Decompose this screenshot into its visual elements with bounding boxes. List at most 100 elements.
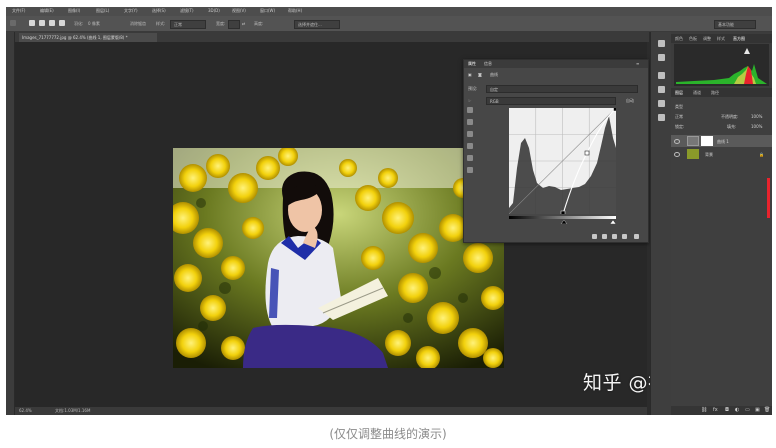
layers-footer: ⛓ fx ◘ ◐ ▭ ▣ 🗑	[671, 406, 772, 415]
trash-icon[interactable]: 🗑	[764, 407, 770, 413]
lock-fill-row: 锁定: 填充: 100%	[671, 120, 772, 132]
tab-layers[interactable]: 图层	[675, 90, 683, 96]
style-select[interactable]: 正常	[170, 20, 206, 29]
add-selection-icon[interactable]	[39, 20, 45, 26]
layer-row-curves[interactable]: 曲线 1	[671, 135, 772, 147]
tab-info[interactable]: 信息	[484, 61, 492, 67]
status-bar: 62.4% 文档:1.03M/1.16M	[15, 407, 647, 415]
feather-value[interactable]: 0 像素	[88, 21, 100, 27]
fx-icon[interactable]: fx	[713, 407, 718, 413]
menu-layer[interactable]: 图层(L)	[96, 8, 109, 14]
menu-view[interactable]: 视图(V)	[232, 8, 246, 14]
curve-point-black[interactable]	[560, 210, 566, 214]
white-slider-icon[interactable]	[609, 219, 616, 224]
delete-icon[interactable]	[634, 234, 639, 239]
tab-swatches[interactable]: 色板	[689, 36, 697, 42]
sample-black-icon[interactable]	[467, 107, 473, 113]
new-adjustment-icon[interactable]: ◐	[735, 407, 739, 413]
tab-histogram[interactable]: 直方图	[733, 36, 745, 42]
status-doc-size: 文档:1.03M/1.16M	[55, 408, 91, 413]
top-panel-tabs: 颜色 色板 调整 样式 直方图	[671, 34, 772, 43]
curves-adjust-icon: ▣	[468, 72, 472, 77]
sample-gray-icon[interactable]	[467, 119, 473, 125]
add-mask-icon[interactable]: ◘	[725, 407, 729, 413]
smooth-icon[interactable]	[467, 167, 473, 173]
photoshop-window: 文件(F) 编辑(E) 图像(I) 图层(L) 文字(Y) 选择(S) 滤镜(T…	[6, 7, 772, 415]
view-previous-icon[interactable]	[602, 234, 607, 239]
intersect-selection-icon[interactable]	[59, 20, 65, 26]
eye-icon[interactable]	[674, 152, 680, 157]
marquee-tool-icon[interactable]	[10, 20, 16, 26]
reset-icon[interactable]	[612, 234, 617, 239]
sample-white-icon[interactable]	[467, 131, 473, 137]
menu-edit[interactable]: 编辑(E)	[40, 8, 54, 14]
fill-value[interactable]: 100%	[751, 124, 762, 129]
layers-panel-tabs: 图层 通道 路径	[671, 88, 772, 97]
menu-help[interactable]: 帮助(H)	[288, 8, 302, 14]
paragraph-icon[interactable]	[658, 100, 665, 107]
visibility-icon[interactable]	[622, 234, 627, 239]
edit-points-icon[interactable]	[467, 143, 473, 149]
menu-select[interactable]: 选择(S)	[152, 8, 166, 14]
preset-select[interactable]: 自定	[486, 85, 638, 93]
layer-row-background[interactable]: 背景 🔒	[671, 148, 772, 160]
new-layer-icon[interactable]: ▣	[755, 407, 760, 413]
menu-filter[interactable]: 滤镜(T)	[180, 8, 194, 14]
menu-image[interactable]: 图像(I)	[68, 8, 80, 14]
menu-file[interactable]: 文件(F)	[12, 8, 25, 14]
info-icon[interactable]	[658, 86, 665, 93]
tab-paths[interactable]: 路径	[711, 90, 719, 96]
curves-graph[interactable]	[509, 108, 616, 214]
caption: (仅仅调整曲线的演示)	[329, 427, 447, 441]
curve-point-mid[interactable]	[584, 150, 590, 156]
new-selection-icon[interactable]	[29, 20, 35, 26]
layer-name: 背景	[705, 152, 713, 157]
actions-icon[interactable]	[658, 54, 665, 61]
link-layers-icon[interactable]: ⛓	[701, 407, 707, 413]
right-panels: 颜色 色板 调整 样式 直方图 图层 通道 路径 类型 正常 不透明度: 100…	[671, 32, 772, 415]
panel-menu-icon[interactable]: ≡	[636, 61, 639, 66]
layers-panel: 图层 通道 路径 类型 正常 不透明度: 100% 锁定: 填充: 100% 曲…	[671, 88, 772, 415]
draw-curve-icon[interactable]	[467, 155, 473, 161]
properties-panel-header: 属性 信息 ≡	[464, 60, 648, 68]
clip-icon[interactable]	[592, 234, 597, 239]
workspace-select[interactable]: 基本功能	[714, 20, 756, 29]
preset-value: 自定	[490, 87, 498, 92]
width-input[interactable]	[228, 20, 240, 29]
properties-footer	[464, 232, 648, 242]
auto-button[interactable]: 自动	[626, 98, 634, 104]
photo-girl-in-flower-field	[173, 148, 504, 368]
on-image-adjust-icon[interactable]: ☞	[468, 98, 472, 103]
tab-channels[interactable]: 通道	[693, 90, 701, 96]
tab-styles[interactable]: 样式	[717, 36, 725, 42]
new-group-icon[interactable]: ▭	[745, 407, 750, 413]
accent-marker	[767, 178, 770, 218]
panel-name: 曲线	[490, 72, 498, 77]
curve-point-white[interactable]	[613, 108, 617, 112]
input-gradient-bar	[509, 216, 616, 224]
document-tab[interactable]: Images_71777772.jpg @ 62.4% (曲线 1, 图层蒙版/…	[19, 33, 157, 42]
preset-label: 预设:	[468, 86, 478, 91]
menu-3d[interactable]: 3D(D)	[208, 8, 220, 13]
eye-icon[interactable]	[674, 139, 680, 144]
select-and-mask-label: 选择并遮住...	[298, 22, 322, 27]
opacity-value[interactable]: 100%	[751, 114, 762, 119]
black-slider-icon[interactable]	[560, 219, 568, 224]
menu-window[interactable]: 窗口(W)	[260, 8, 275, 14]
adjustments-icon[interactable]	[658, 72, 665, 79]
channel-value: RGB	[490, 99, 499, 104]
channel-select[interactable]: RGB	[486, 97, 616, 105]
tab-color[interactable]: 颜色	[675, 36, 683, 42]
menu-type[interactable]: 文字(Y)	[124, 8, 138, 14]
history-icon[interactable]	[658, 40, 665, 47]
workspace-value: 基本功能	[718, 22, 734, 27]
subtract-selection-icon[interactable]	[49, 20, 55, 26]
swap-icon[interactable]: ⇄	[242, 21, 245, 26]
tab-properties[interactable]: 属性	[468, 61, 476, 67]
mask-icon[interactable]: ◙	[478, 72, 482, 77]
select-and-mask-button[interactable]: 选择并遮住...	[294, 20, 340, 29]
tab-adjustments[interactable]: 调整	[703, 36, 711, 42]
layer-name: 曲线 1	[717, 139, 729, 144]
properties-curves-panel: 属性 信息 ≡ ▣ ◙ 曲线 预设: 自定 ☞ RGB 自动	[463, 59, 649, 243]
character-icon[interactable]	[658, 114, 665, 121]
